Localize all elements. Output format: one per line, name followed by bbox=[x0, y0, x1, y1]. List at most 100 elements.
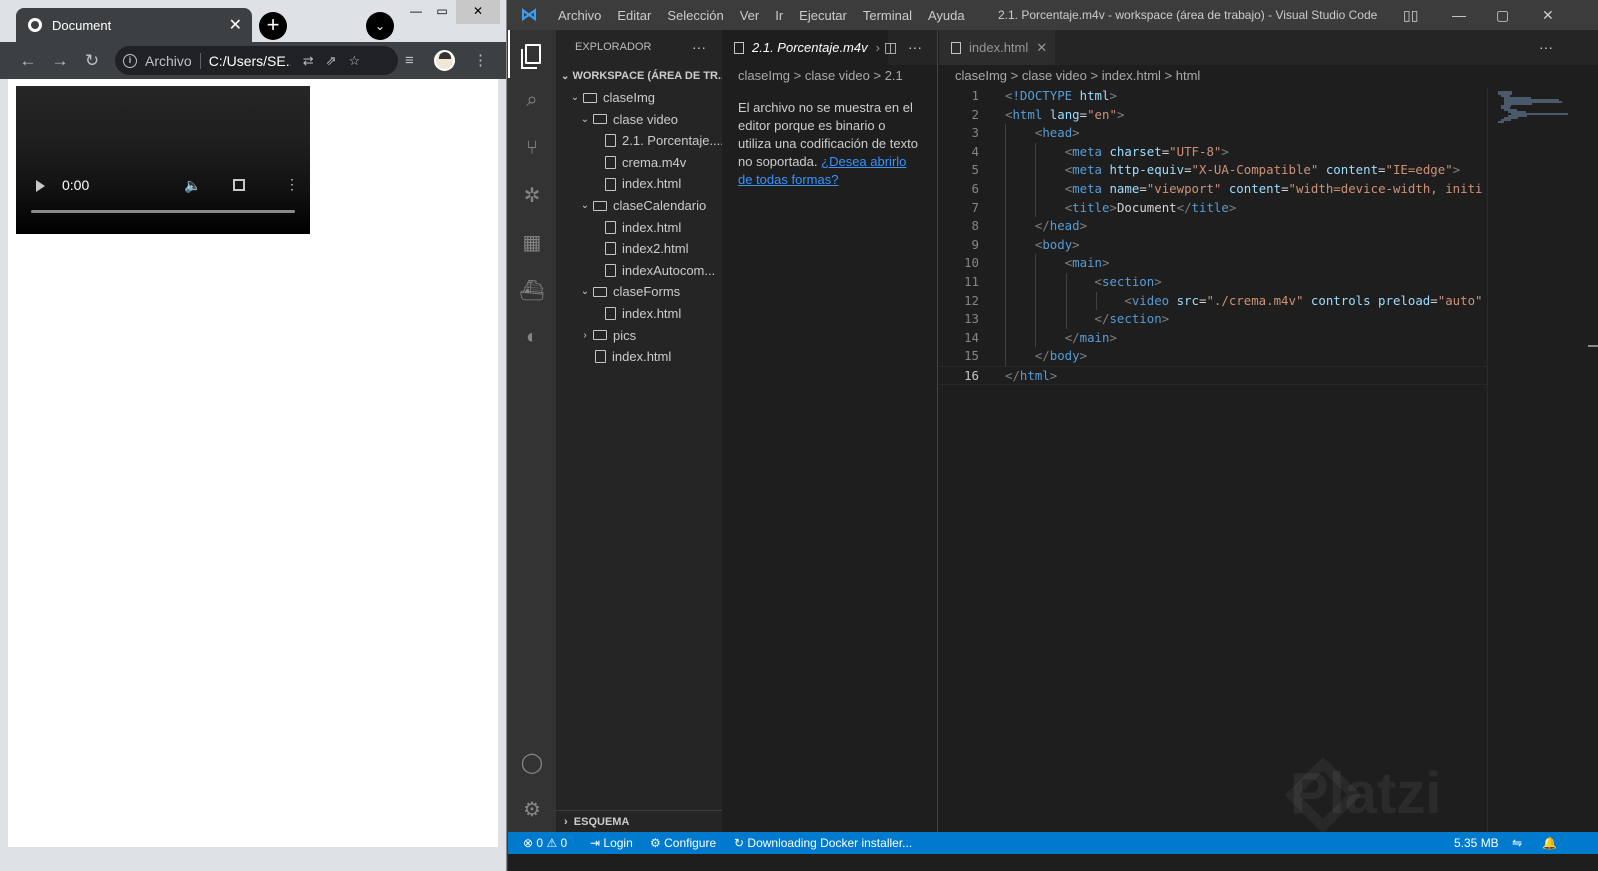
code-line[interactable]: 6 <meta name="viewport" content="width=d… bbox=[939, 179, 1487, 199]
configure-button[interactable]: ⚙ Configure bbox=[650, 832, 716, 854]
accounts-icon[interactable]: ◯ bbox=[508, 738, 556, 786]
code-line[interactable]: 13 </section> bbox=[939, 310, 1487, 329]
search-icon[interactable]: ⌕ bbox=[508, 76, 556, 124]
code-line[interactable]: 11 <section> bbox=[939, 272, 1487, 292]
tree-file-item[interactable]: index.html bbox=[556, 303, 722, 325]
video-menu-icon[interactable]: ⋮ bbox=[285, 176, 299, 193]
tab-search-button[interactable]: ⌄ bbox=[366, 12, 394, 40]
tab-index-html[interactable]: index.html ✕ bbox=[939, 30, 1056, 65]
forward-icon[interactable]: → bbox=[44, 51, 76, 71]
tree-file-item[interactable]: index2.html bbox=[556, 238, 722, 260]
extensions-icon[interactable]: ▦ bbox=[508, 218, 556, 266]
tree-item-label: pics bbox=[613, 327, 637, 343]
menu-seleccion[interactable]: Selección bbox=[659, 8, 731, 23]
outline-section[interactable]: › ESQUEMA bbox=[556, 810, 722, 832]
video-player[interactable]: 0:00 🔈 ⋮ bbox=[16, 86, 310, 234]
more-actions-icon[interactable]: ··· bbox=[1539, 30, 1553, 65]
source-control-icon[interactable]: ⑂ bbox=[508, 124, 556, 172]
problems-indicator[interactable]: ⊗ 0 ⚠ 0 bbox=[523, 832, 567, 854]
edge-icon[interactable]: ◐ bbox=[508, 313, 556, 361]
code-line[interactable]: 4 <meta charset="UTF-8"> bbox=[939, 142, 1487, 162]
code-text: <meta name="viewport" content="width=dev… bbox=[1005, 180, 1483, 199]
volume-icon[interactable]: 🔈 bbox=[184, 177, 201, 194]
code-line[interactable]: 3 <head> bbox=[939, 124, 1487, 143]
live-share-icon[interactable]: ⇋ bbox=[1512, 832, 1522, 854]
code-line[interactable]: 7 <title>Document</title> bbox=[939, 198, 1487, 218]
reload-icon[interactable]: ↻ bbox=[76, 51, 108, 71]
docker-icon[interactable]: ⛴ bbox=[508, 266, 556, 314]
docker-status[interactable]: ↻ Downloading Docker installer... bbox=[734, 832, 912, 854]
address-url[interactable]: C:/Users/SE... bbox=[209, 53, 291, 69]
tree-file-item[interactable]: crema.m4v bbox=[556, 152, 722, 174]
tree-file-item[interactable]: index.html bbox=[556, 173, 722, 195]
notifications-icon[interactable]: 🔔 bbox=[1542, 832, 1557, 854]
code-line[interactable]: 15 </body> bbox=[939, 347, 1487, 366]
workspace-header[interactable]: ⌄ WORKSPACE (ÁREA DE TR... bbox=[556, 65, 722, 87]
code-token: charset bbox=[1102, 143, 1162, 159]
maximize-button[interactable]: ▢ bbox=[1496, 0, 1509, 30]
menu-terminal[interactable]: Terminal bbox=[855, 8, 920, 23]
tree-folder-item[interactable]: › pics bbox=[556, 325, 722, 347]
code-line[interactable]: 16 </html> bbox=[939, 365, 1487, 385]
code-line[interactable]: 12 <video src = "./crema.m4v" controls pre… bbox=[939, 291, 1487, 311]
debug-icon[interactable]: ✲ bbox=[508, 171, 556, 219]
tab-porcentaje[interactable]: 2.1. Porcentaje.m4v › bbox=[722, 30, 888, 65]
maximize-button[interactable]: ▭ bbox=[426, 0, 458, 24]
menu-editar[interactable]: Editar bbox=[609, 8, 659, 23]
menu-ir[interactable]: Ir bbox=[767, 8, 791, 23]
video-progress-bar[interactable] bbox=[31, 210, 295, 213]
tree-folder-item[interactable]: ⌄ claseForms bbox=[556, 281, 722, 303]
info-icon[interactable]: i bbox=[123, 53, 137, 68]
tree-file-item[interactable]: 2.1. Porcentaje.... bbox=[556, 130, 722, 152]
code-line[interactable]: 10 <main> bbox=[939, 254, 1487, 273]
split-editor-icon[interactable]: ◫ bbox=[884, 30, 897, 65]
translate-icon[interactable]: ⇄ bbox=[303, 53, 314, 69]
tree-folder-item[interactable]: ⌄ claseImg bbox=[556, 87, 722, 109]
tree-folder-item[interactable]: ⌄ claseCalendario bbox=[556, 195, 722, 217]
menu-ayuda[interactable]: Ayuda bbox=[920, 8, 973, 23]
menu-archivo[interactable]: Archivo bbox=[550, 8, 609, 23]
code-line[interactable]: 9 <body> bbox=[939, 235, 1487, 255]
share-icon[interactable]: ⇗ bbox=[326, 53, 337, 69]
close-window-button[interactable]: ✕ bbox=[1542, 0, 1554, 30]
menu-ejecutar[interactable]: Ejecutar bbox=[791, 8, 855, 23]
code-editor[interactable]: 1 <!DOCTYPE html> 2 <html lang="en"> 3 <head… bbox=[939, 87, 1487, 832]
reading-list-icon[interactable]: ≡ bbox=[405, 42, 414, 79]
chrome-menu-icon[interactable]: ⋮ bbox=[473, 42, 488, 79]
new-tab-button[interactable]: + bbox=[259, 12, 287, 40]
code-text: </head> bbox=[1005, 217, 1087, 236]
more-actions-icon[interactable]: ··· bbox=[908, 30, 922, 65]
manage-gear-icon[interactable]: ⚙ bbox=[508, 785, 556, 833]
code-line[interactable]: 2 <html lang="en"> bbox=[939, 106, 1487, 125]
tree-folder-item[interactable]: ⌄ clase video bbox=[556, 109, 722, 131]
close-window-button[interactable]: ✕ bbox=[456, 0, 500, 24]
code-line[interactable]: 14 </main> bbox=[939, 328, 1487, 348]
code-token: "X-UA-Compatible" bbox=[1191, 162, 1319, 178]
code-line[interactable]: 8 </head> bbox=[939, 217, 1487, 236]
breadcrumb[interactable]: claseImg > clase video > 2.1 bbox=[722, 65, 937, 87]
minimap[interactable] bbox=[1487, 87, 1598, 832]
play-icon[interactable] bbox=[36, 180, 45, 192]
minimize-button[interactable]: — bbox=[1452, 0, 1466, 30]
more-actions-icon[interactable]: ··· bbox=[692, 30, 706, 65]
code-line[interactable]: 1 <!DOCTYPE html> bbox=[939, 87, 1487, 106]
bookmark-star-icon[interactable]: ☆ bbox=[349, 53, 361, 69]
tree-file-item[interactable]: indexAutocom... bbox=[556, 260, 722, 282]
breadcrumb[interactable]: claseImg > clase video > index.html > ht… bbox=[939, 65, 1598, 87]
layout-icon[interactable]: ▯▯ bbox=[1403, 0, 1418, 30]
close-tab-icon[interactable]: ✕ bbox=[1036, 40, 1047, 56]
back-icon[interactable]: ← bbox=[12, 51, 44, 71]
line-number: 7 bbox=[971, 199, 979, 215]
login-button[interactable]: ⇥ Login bbox=[590, 832, 633, 854]
close-tab-icon[interactable]: ✕ bbox=[229, 15, 242, 35]
tree-file-item[interactable]: index.html bbox=[556, 217, 722, 239]
tree-file-item[interactable]: index.html bbox=[556, 346, 722, 368]
code-line[interactable]: 5 <meta http-equiv="X-UA-Compatible" con… bbox=[939, 161, 1487, 180]
address-bar[interactable]: i Archivo C:/Users/SE... ⇄ ⇗ ☆ bbox=[115, 46, 398, 75]
fullscreen-icon[interactable] bbox=[233, 179, 245, 191]
file-size[interactable]: 5.35 MB bbox=[1454, 832, 1499, 854]
browser-tab[interactable]: Document ✕ bbox=[16, 8, 252, 42]
menu-ver[interactable]: Ver bbox=[732, 8, 768, 23]
explorer-icon[interactable] bbox=[508, 30, 556, 78]
profile-avatar[interactable] bbox=[434, 50, 455, 71]
